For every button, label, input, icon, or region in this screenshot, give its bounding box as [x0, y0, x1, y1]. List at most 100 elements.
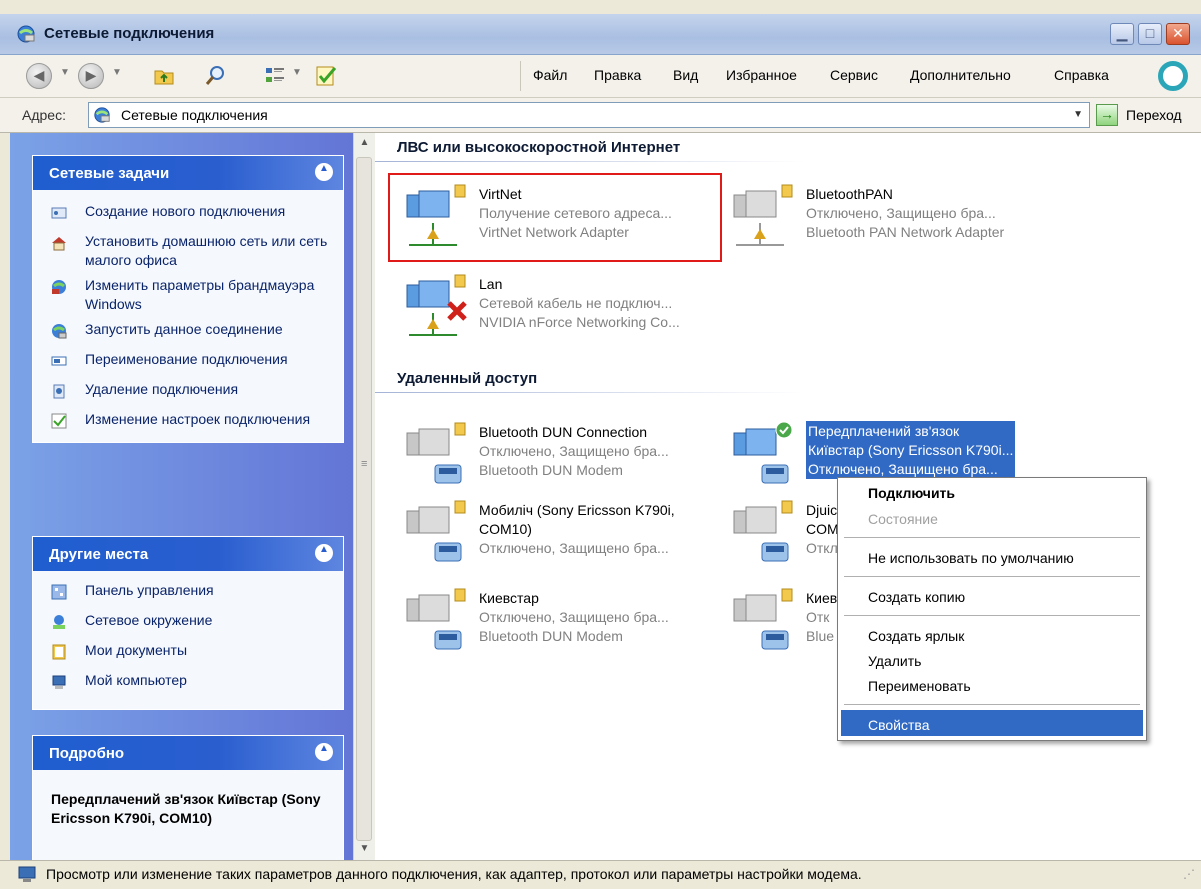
menu-help[interactable]: Справка	[1054, 67, 1109, 83]
back-arrow-icon: ◀	[33, 67, 45, 83]
other-places-header[interactable]: Другие места ▲	[33, 537, 343, 571]
task-rename[interactable]: Переименование подключения	[33, 350, 343, 374]
details-header[interactable]: Подробно ▲	[33, 736, 343, 770]
network-tasks-header[interactable]: Сетевые задачи ▲	[33, 156, 343, 190]
menu-separator	[844, 537, 1140, 538]
maximize-button[interactable]: □	[1138, 23, 1162, 45]
menu-file[interactable]: Файл	[533, 67, 567, 83]
task-new-connection[interactable]: Создание нового подключения	[33, 202, 343, 226]
collapse-icon[interactable]: ▲	[315, 743, 333, 761]
scroll-grip-icon: ≡	[361, 458, 368, 470]
menu-separator	[844, 576, 1140, 577]
control-panel-icon	[51, 584, 67, 600]
up-folder-icon[interactable]	[152, 64, 176, 88]
menu-no-default[interactable]: Не использовать по умолчанию	[868, 550, 1074, 566]
menu-view[interactable]: Вид	[673, 67, 698, 83]
dialup-modem-icon	[733, 500, 793, 562]
lan-cable-unplugged-icon	[406, 274, 467, 336]
firewall-icon	[52, 280, 66, 294]
address-input[interactable]: Сетевые подключения ▼	[88, 102, 1090, 128]
resize-grip-icon[interactable]: ⋰	[1183, 867, 1195, 881]
connect-icon	[52, 324, 67, 339]
menu-separator	[844, 704, 1140, 705]
back-dropdown-icon[interactable]: ▼	[60, 67, 70, 78]
place-my-documents[interactable]: Мои документы	[33, 641, 343, 665]
address-bar: Адрес: Сетевые подключения ▼ → Переход	[0, 98, 1201, 133]
views-dropdown-icon[interactable]: ▼	[292, 67, 302, 78]
go-label[interactable]: Переход	[1126, 107, 1182, 123]
home-network-icon	[52, 237, 66, 251]
explorer-window: Сетевые подключения ▁ □ ✕ ◀ ▼ ▶ ▼ ▼ Файл…	[0, 0, 1201, 889]
checklist-icon[interactable]	[314, 64, 338, 88]
menu-advanced[interactable]: Дополнительно	[910, 67, 1011, 83]
place-control-panel[interactable]: Панель управления	[33, 581, 343, 605]
my-computer-icon	[52, 675, 66, 689]
menu-create-shortcut[interactable]: Создать ярлык	[868, 628, 964, 644]
details-title: Подробно	[49, 745, 125, 762]
connection-kievstar[interactable]: Киевстар Отключено, Защищено бра... Blue…	[399, 587, 729, 657]
pane-scrollbar[interactable]: ▲ ≡ ▼	[353, 133, 375, 860]
title-bar[interactable]: Сетевые подключения ▁ □ ✕	[0, 14, 1201, 55]
minimize-button[interactable]: ▁	[1110, 23, 1134, 45]
task-home-network[interactable]: Установить домашнюю сеть или сеть малого…	[33, 232, 343, 270]
address-dropdown-icon[interactable]: ▼	[1073, 109, 1083, 120]
scroll-down-icon[interactable]: ▼	[354, 843, 375, 854]
settings-check-icon	[51, 413, 67, 429]
connection-lan[interactable]: Lan Сетевой кабель не подключ... NVIDIA …	[399, 273, 729, 343]
context-menu: Подключить Состояние Не использовать по …	[837, 477, 1147, 741]
details-panel: Подробно ▲ Передплачений зв'язок Київста…	[32, 735, 344, 860]
collapse-icon[interactable]: ▲	[315, 163, 333, 181]
menu-favorites[interactable]: Избранное	[726, 67, 797, 83]
dialup-modem-default-icon	[733, 421, 793, 484]
forward-button[interactable]: ▶	[78, 63, 104, 89]
dialup-modem-icon	[733, 588, 793, 650]
task-delete[interactable]: Удаление подключения	[33, 380, 343, 404]
address-value: Сетевые подключения	[121, 107, 268, 123]
toolbar: ◀ ▼ ▶ ▼ ▼ Файл Правка Вид Избранное Серв…	[0, 55, 1201, 98]
delete-icon	[53, 384, 65, 399]
go-button[interactable]: →	[1096, 104, 1118, 126]
connection-bluetoothpan[interactable]: BluetoothPAN Отключено, Защищено бра... …	[726, 183, 1056, 253]
menu-connect[interactable]: Подключить	[868, 485, 955, 501]
minimize-icon: ▁	[1116, 25, 1128, 41]
menu-delete[interactable]: Удалить	[868, 653, 921, 669]
other-places-panel: Другие места ▲ Панель управления Сетевое…	[32, 536, 344, 710]
forward-dropdown-icon[interactable]: ▼	[112, 67, 122, 78]
forward-arrow-icon: ▶	[85, 67, 97, 83]
task-change-settings[interactable]: Изменение настроек подключения	[33, 410, 343, 434]
collapse-icon[interactable]: ▲	[315, 544, 333, 562]
close-button[interactable]: ✕	[1166, 23, 1190, 45]
dialup-modem-icon	[406, 500, 466, 562]
connection-bluetooth-dun[interactable]: Bluetooth DUN Connection Отключено, Защи…	[399, 421, 729, 491]
menu-tools[interactable]: Сервис	[830, 67, 878, 83]
group-divider	[375, 161, 805, 162]
network-places-icon	[53, 615, 65, 629]
group-divider	[375, 392, 805, 393]
brand-logo	[1158, 61, 1188, 91]
menu-properties[interactable]: Свойства	[868, 717, 929, 733]
connection-mobilich[interactable]: Мобиліч (Sony Ericsson K790i, COM10) Отк…	[399, 499, 729, 569]
search-icon[interactable]	[204, 64, 228, 88]
group-dialup-header: Удаленный доступ	[397, 370, 538, 387]
back-button[interactable]: ◀	[26, 63, 52, 89]
details-text: Передплачений зв'язок Київстар (Sony Eri…	[51, 791, 321, 826]
menu-edit[interactable]: Правка	[594, 67, 641, 83]
menu-rename[interactable]: Переименовать	[868, 678, 971, 694]
status-text: Просмотр или изменение таких параметров …	[46, 866, 862, 882]
views-icon[interactable]	[264, 64, 288, 88]
scroll-thumb[interactable]: ≡	[356, 157, 372, 841]
place-network-places[interactable]: Сетевое окружение	[33, 611, 343, 635]
monitor-icon	[18, 866, 36, 882]
toolbar-separator	[520, 61, 521, 91]
menu-create-copy[interactable]: Создать копию	[868, 589, 965, 605]
task-firewall[interactable]: Изменить параметры брандмауэра Windows	[33, 276, 343, 314]
scroll-up-icon[interactable]: ▲	[354, 137, 375, 148]
go-arrow-icon: →	[1100, 106, 1114, 122]
highlight-box	[388, 173, 722, 262]
group-lan-header: ЛВС или высокоскоростной Интернет	[397, 139, 681, 156]
network-tasks-title: Сетевые задачи	[49, 165, 170, 182]
place-my-computer[interactable]: Мой компьютер	[33, 671, 343, 695]
menu-state: Состояние	[868, 511, 938, 527]
task-connect[interactable]: Запустить данное соединение	[33, 320, 343, 344]
close-icon: ✕	[1172, 25, 1184, 41]
